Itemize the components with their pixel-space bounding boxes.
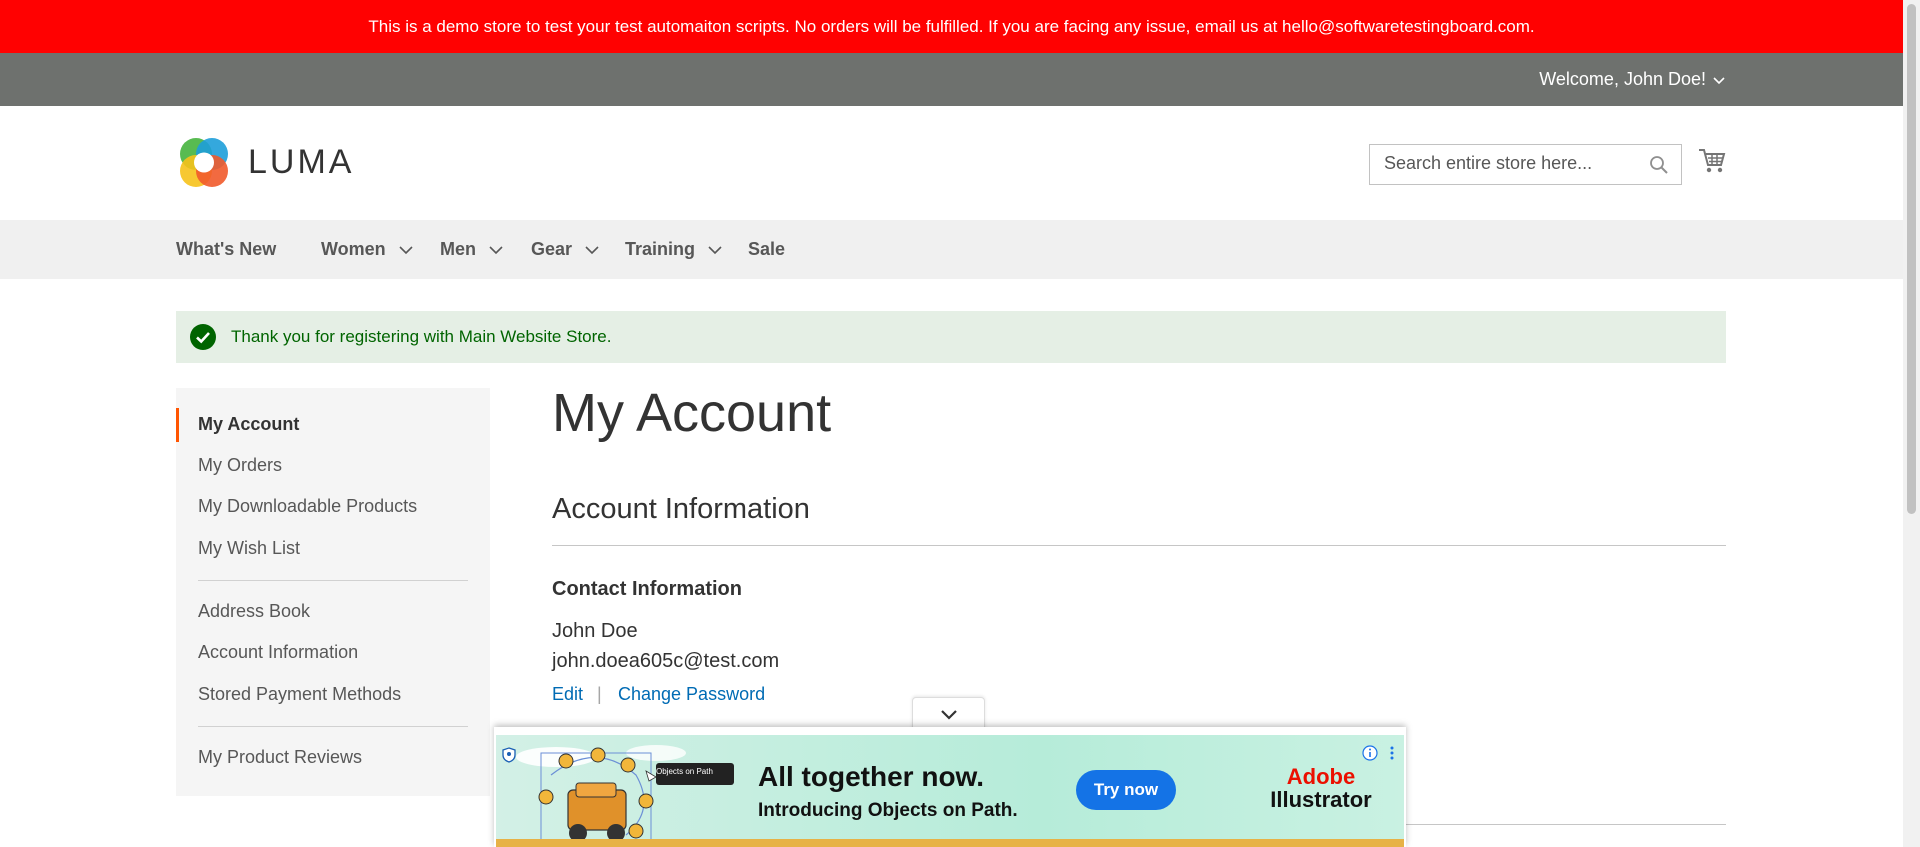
sidebar-item-stored-payment-methods[interactable]: Stored Payment Methods [198,684,401,705]
nav-item-training[interactable]: Training [625,220,723,279]
sidebar-item-my-product-reviews[interactable]: My Product Reviews [198,747,362,768]
sidebar-item-my-account[interactable]: My Account [198,414,299,435]
nav-item-men[interactable]: Men [440,220,504,279]
ad-headline: All together now. [758,761,985,792]
edit-contact-link[interactable]: Edit [552,684,583,705]
chevron-down-icon [1713,76,1725,84]
change-password-link[interactable]: Change Password [618,684,765,705]
search-box [1369,144,1682,185]
sidebar-item-my-downloadable-products[interactable]: My Downloadable Products [198,496,417,517]
ad-brand-line2: Illustrator [1270,787,1372,813]
nav-item-label: Women [321,239,386,259]
customer-welcome-menu[interactable]: Welcome, John Doe! [1539,53,1726,106]
contact-email: john.doea605c@test.com [552,650,780,672]
ad-try-now-button[interactable]: Try now [1076,770,1176,810]
nav-item-label: Men [440,239,476,259]
active-item-indicator [176,408,179,442]
nav-item-women[interactable]: Women [321,220,414,279]
chevron-down-icon [940,709,957,720]
sidebar-item-my-orders[interactable]: My Orders [198,455,282,476]
success-message: Thank you for registering with Main Webs… [176,311,1726,363]
main-navigation: What's New Women Men Gear Training Sale [0,220,1903,279]
ad-illustration [516,745,734,842]
welcome-text: Welcome, John Doe! [1539,69,1706,89]
nav-item-sale[interactable]: Sale [748,220,785,279]
sidebar-divider [198,726,468,727]
info-icon[interactable] [1362,745,1378,761]
success-message-text: Thank you for registering with Main Webs… [231,327,612,346]
luma-logo-icon [180,138,228,187]
ad-art-label: Objects on Path [656,767,713,776]
page-header: LUMA [0,106,1903,220]
sidebar-item-my-wish-list[interactable]: My Wish List [198,538,300,559]
ad-creative[interactable]: Objects on Path All together now. Introd… [496,735,1404,847]
search-icon[interactable] [1649,155,1669,175]
vertical-scrollbar[interactable] [1903,0,1920,847]
page-title: My Account [552,383,832,443]
ad-bottom-stripe [496,839,1404,847]
demo-store-banner: This is a demo store to test your test a… [0,0,1903,53]
scrollbar-thumb[interactable] [1907,4,1916,514]
nav-item-gear[interactable]: Gear [531,220,600,279]
checkmark-circle-icon [190,324,216,350]
ad-brand-line1: Adobe [1286,764,1356,789]
sidebar-divider [198,580,468,581]
chevron-down-icon [489,245,503,254]
chevron-down-icon [399,245,413,254]
demo-banner-text: This is a demo store to test your test a… [368,16,1535,36]
ad-brand-logo: Adobe Illustrator [1256,765,1386,811]
ad-collapse-button[interactable] [912,697,985,731]
nav-item-label: Gear [531,239,573,259]
account-information-heading: Account Information [552,493,810,525]
chevron-down-icon [708,245,722,254]
section-divider [552,545,1726,546]
account-sidebar: My Account My Orders My Downloadable Pro… [176,388,490,796]
nav-item-whats-new[interactable]: What's New [176,220,276,279]
chevron-down-icon [585,245,599,254]
logo-text: LUMA [248,143,355,181]
nav-item-label: Training [625,239,696,259]
top-bar: Welcome, John Doe! [0,53,1903,106]
advertisement-banner[interactable]: Objects on Path All together now. Introd… [494,727,1406,847]
search-input[interactable] [1382,145,1642,182]
nav-item-label: Sale [748,239,786,259]
more-options-icon[interactable] [1388,745,1396,761]
sidebar-item-account-information[interactable]: Account Information [198,642,358,663]
sidebar-item-address-book[interactable]: Address Book [198,601,310,622]
ad-subheadline: Introducing Objects on Path. [758,800,1018,821]
contact-name: John Doe [552,620,638,642]
action-separator: | [597,684,602,704]
nav-item-label: What's New [176,239,277,259]
shopping-cart-icon[interactable] [1698,146,1726,176]
shield-icon[interactable] [502,747,516,763]
luma-logo-link[interactable]: LUMA [176,134,354,191]
contact-information-title: Contact Information [552,578,742,600]
